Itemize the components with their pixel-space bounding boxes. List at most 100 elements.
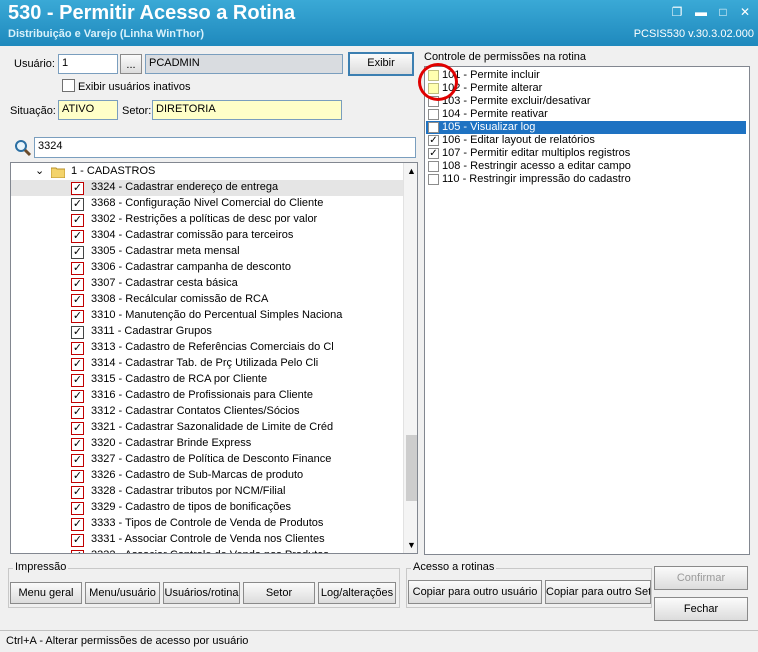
permission-item[interactable]: 104 - Permite reativar xyxy=(426,108,746,121)
tree-item[interactable]: ✓ 3312 - Cadastrar Contatos Clientes/Sóci… xyxy=(11,404,403,420)
tree-item[interactable]: ✓ 3302 - Restrições a políticas de desc p… xyxy=(11,212,403,228)
tree-item[interactable]: ✓ 3315 - Cadastro de RCA por Cliente xyxy=(11,372,403,388)
routine-tree[interactable]: ⌄ 1 - CADASTROS ✓ 3324 - Cadastrar endere… xyxy=(10,162,418,554)
permission-checkbox[interactable] xyxy=(428,174,439,185)
tree-item-checkbox[interactable]: ✓ xyxy=(71,358,84,371)
permission-item[interactable]: 101 - Permite incluir xyxy=(426,69,746,82)
tree-item-label: 3302 - Restrições a políticas de desc po… xyxy=(91,213,318,225)
tree-item-checkbox[interactable]: ✓ xyxy=(71,486,84,499)
permissions-list[interactable]: 101 - Permite incluir 102 - Permite alter… xyxy=(424,66,750,555)
tree-item[interactable]: ✓ 3328 - Cadastrar tributos por NCM/Filia… xyxy=(11,484,403,500)
tree-item[interactable]: ✓ 3316 - Cadastro de Profissionais para C… xyxy=(11,388,403,404)
tree-item[interactable]: ✓ 3311 - Cadastrar Grupos xyxy=(11,324,403,340)
maximize-icon[interactable]: □ xyxy=(714,4,732,20)
tree-item[interactable]: ✓ 3307 - Cadastrar cesta básica xyxy=(11,276,403,292)
tree-item-checkbox[interactable]: ✓ xyxy=(71,438,84,451)
scroll-up-icon[interactable]: ▲ xyxy=(404,163,417,179)
highlight-circle xyxy=(418,63,458,101)
tree-item[interactable]: ✓ 3305 - Cadastrar meta mensal xyxy=(11,244,403,260)
permission-checkbox[interactable]: ✓ xyxy=(428,135,439,146)
tree-item-label: 3332 - Associar Controle de Venda nos Pr… xyxy=(91,549,329,553)
tree-item[interactable]: ✓ 3310 - Manutenção do Percentual Simples… xyxy=(11,308,403,324)
tree-item-checkbox[interactable]: ✓ xyxy=(71,422,84,435)
tree-item-checkbox[interactable]: ✓ xyxy=(71,342,84,355)
collapse-arrow-icon[interactable]: ⌄ xyxy=(35,164,44,177)
permission-item[interactable]: ✓ 107 - Permitir editar multiplos registr… xyxy=(426,147,746,160)
tree-item[interactable]: ✓ 3314 - Cadastrar Tab. de Prç Utilizada … xyxy=(11,356,403,372)
tree-item[interactable]: ✓ 3327 - Cadastro de Política de Desconto… xyxy=(11,452,403,468)
permission-checkbox[interactable] xyxy=(428,109,439,120)
tree-item-label: 3368 - Configuração Nivel Comercial do C… xyxy=(91,197,324,209)
close-icon[interactable]: ✕ xyxy=(736,4,754,20)
tree-item-checkbox[interactable]: ✓ xyxy=(71,518,84,531)
restore-icon[interactable]: ❐ xyxy=(668,4,686,20)
scroll-down-icon[interactable]: ▼ xyxy=(404,537,417,553)
menu-usuario-button[interactable]: Menu/usuário xyxy=(85,582,160,604)
tree-item[interactable]: ✓ 3304 - Cadastrar comissão para terceiro… xyxy=(11,228,403,244)
permission-checkbox[interactable] xyxy=(428,161,439,172)
tree-item-checkbox[interactable]: ✓ xyxy=(71,262,84,275)
tree-item-checkbox[interactable]: ✓ xyxy=(71,550,84,553)
tree-body: ⌄ 1 - CADASTROS ✓ 3324 - Cadastrar endere… xyxy=(11,163,403,553)
tree-item-checkbox[interactable]: ✓ xyxy=(71,390,84,403)
exibir-button[interactable]: Exibir xyxy=(348,52,414,76)
copy-to-setor-button[interactable]: Copiar para outro Setor xyxy=(545,580,651,604)
tree-folder-row[interactable]: ⌄ 1 - CADASTROS xyxy=(11,164,403,180)
tree-item-checkbox[interactable]: ✓ xyxy=(71,454,84,467)
tree-item[interactable]: ✓ 3326 - Cadastro de Sub-Marcas de produt… xyxy=(11,468,403,484)
usuario-name-field: PCADMIN xyxy=(145,54,343,74)
fechar-button[interactable]: Fechar xyxy=(654,597,748,621)
tree-item-checkbox[interactable]: ✓ xyxy=(71,534,84,547)
tree-item[interactable]: ✓ 3368 - Configuração Nivel Comercial do … xyxy=(11,196,403,212)
tree-scrollbar[interactable]: ▲ ▼ xyxy=(403,163,417,553)
tree-item[interactable]: ✓ 3321 - Cadastrar Sazonalidade de Limite… xyxy=(11,420,403,436)
tree-item[interactable]: ✓ 3320 - Cadastrar Brinde Express xyxy=(11,436,403,452)
tree-item-checkbox[interactable]: ✓ xyxy=(71,278,84,291)
tree-item-checkbox[interactable]: ✓ xyxy=(71,326,84,339)
tree-item-checkbox[interactable]: ✓ xyxy=(71,198,84,211)
tree-item-checkbox[interactable]: ✓ xyxy=(71,294,84,307)
inativos-check-box[interactable] xyxy=(62,79,75,92)
permission-item[interactable]: 102 - Permite alterar xyxy=(426,82,746,95)
permission-checkbox[interactable]: ✓ xyxy=(428,148,439,159)
tree-item[interactable]: ✓ 3313 - Cadastro de Referências Comercia… xyxy=(11,340,403,356)
setor-button[interactable]: Setor xyxy=(243,582,315,604)
permission-checkbox[interactable] xyxy=(428,122,439,133)
tree-item-label: 3324 - Cadastrar endereço de entrega xyxy=(91,181,279,193)
permission-item[interactable]: 105 - Visualizar log xyxy=(426,121,746,134)
tree-item-checkbox[interactable]: ✓ xyxy=(71,182,84,195)
copy-to-user-button[interactable]: Copiar para outro usuário xyxy=(408,580,542,604)
permission-item[interactable]: ✓ 106 - Editar layout de relatórios xyxy=(426,134,746,147)
permission-item[interactable]: 108 - Restringir acesso a editar campo xyxy=(426,160,746,173)
tree-item-checkbox[interactable]: ✓ xyxy=(71,374,84,387)
tree-item-checkbox[interactable]: ✓ xyxy=(71,470,84,483)
usuario-code-input[interactable]: 1 xyxy=(58,54,118,74)
tree-item[interactable]: ✓ 3332 - Associar Controle de Venda nos P… xyxy=(11,548,403,553)
scroll-thumb[interactable] xyxy=(406,435,417,501)
tree-item-label: 3315 - Cadastro de RCA por Cliente xyxy=(91,373,268,385)
log-alteracoes-button[interactable]: Log/alterações xyxy=(318,582,396,604)
permission-item[interactable]: 103 - Permite excluir/desativar xyxy=(426,95,746,108)
tree-item[interactable]: ✓ 3306 - Cadastrar campanha de desconto xyxy=(11,260,403,276)
tree-item[interactable]: ✓ 3308 - Recálcular comissão de RCA xyxy=(11,292,403,308)
permission-item[interactable]: 110 - Restringir impressão do cadastro xyxy=(426,173,746,186)
permission-label: 107 - Permitir editar multiplos registro… xyxy=(442,147,631,159)
minimize-icon[interactable]: ▬ xyxy=(692,4,710,20)
tree-item[interactable]: ✓ 3324 - Cadastrar endereço de entrega xyxy=(11,180,403,196)
tree-item[interactable]: ✓ 3333 - Tipos de Controle de Venda de Pr… xyxy=(11,516,403,532)
confirmar-button[interactable]: Confirmar xyxy=(654,566,748,590)
tree-item-checkbox[interactable]: ✓ xyxy=(71,246,84,259)
tree-item[interactable]: ✓ 3329 - Cadastro de tipos de bonificaçõe… xyxy=(11,500,403,516)
search-input[interactable]: 3324 xyxy=(34,137,416,158)
window-title: 530 - Permitir Acesso a Rotina xyxy=(8,2,296,24)
usuarios-rotina-button[interactable]: Usuários/rotina xyxy=(163,582,240,604)
inativos-checkbox[interactable] xyxy=(62,79,75,92)
tree-item-checkbox[interactable]: ✓ xyxy=(71,214,84,227)
tree-item-checkbox[interactable]: ✓ xyxy=(71,502,84,515)
tree-item-checkbox[interactable]: ✓ xyxy=(71,406,84,419)
tree-item[interactable]: ✓ 3331 - Associar Controle de Venda nos C… xyxy=(11,532,403,548)
menu-geral-button[interactable]: Menu geral xyxy=(10,582,82,604)
browse-user-button[interactable]: ... xyxy=(120,54,142,74)
tree-item-checkbox[interactable]: ✓ xyxy=(71,230,84,243)
tree-item-checkbox[interactable]: ✓ xyxy=(71,310,84,323)
